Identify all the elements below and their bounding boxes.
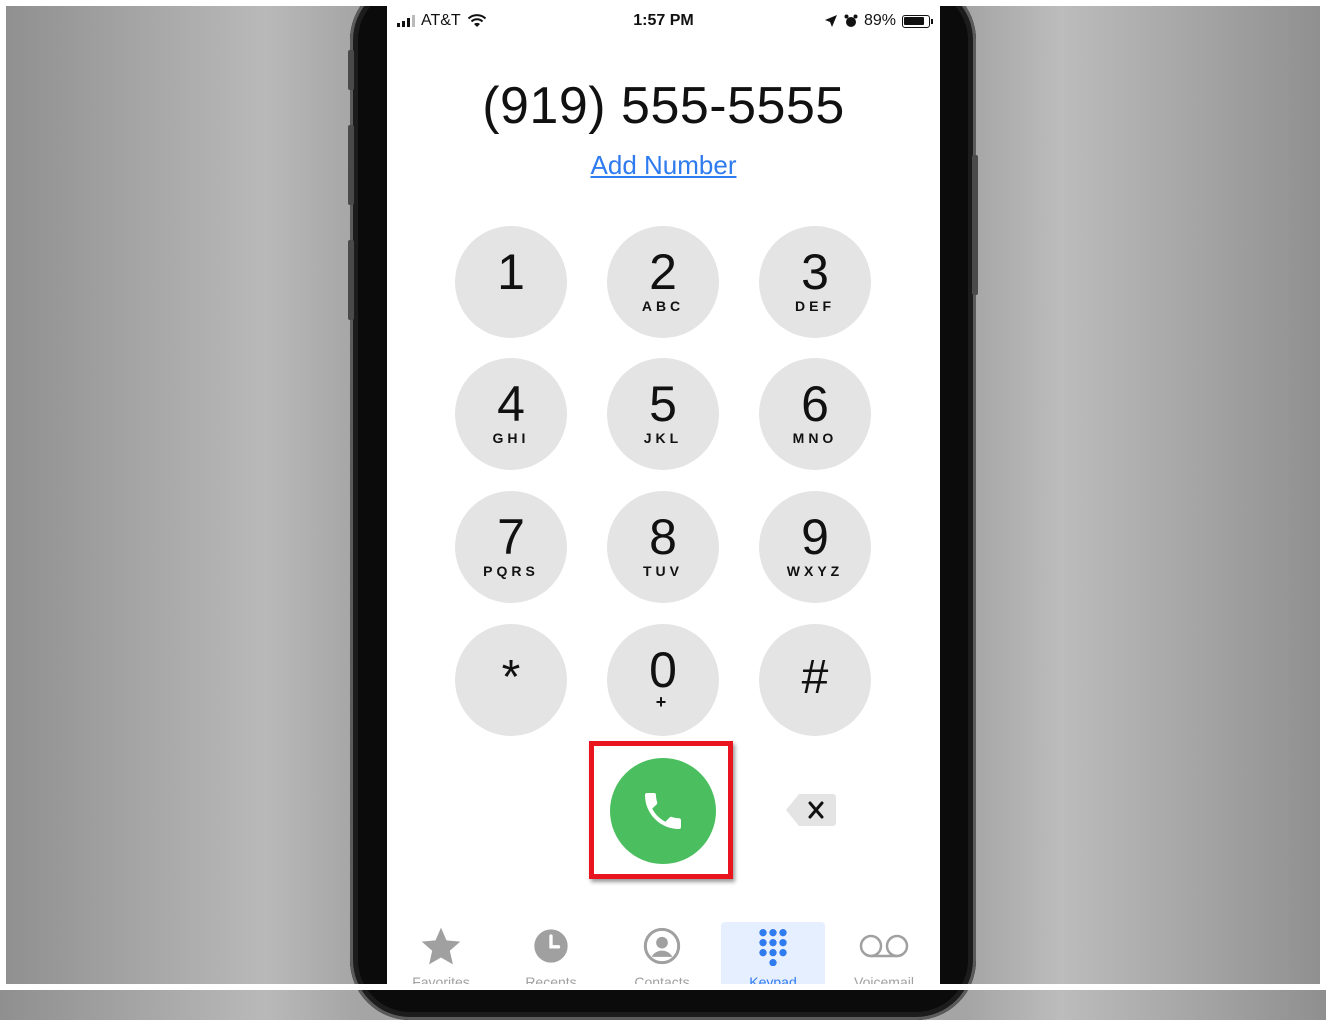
key-7[interactable]: 7 PQRS <box>455 491 567 603</box>
key-1[interactable]: 1 <box>455 226 567 338</box>
key-letters: ABC <box>641 298 685 314</box>
key-3[interactable]: 3 DEF <box>759 226 871 338</box>
key-letters: TUV <box>643 563 683 579</box>
key-digit: 1 <box>497 244 525 300</box>
key-digit: * <box>501 651 521 704</box>
keypad-icon <box>721 924 825 968</box>
tab-label: Keypad <box>749 974 797 990</box>
tab-label: Voicemail <box>854 974 914 990</box>
key-letters: MNO <box>792 430 838 446</box>
volume-up-button <box>348 125 354 205</box>
tab-label: Contacts <box>634 974 690 990</box>
backspace-icon <box>786 794 836 826</box>
location-icon <box>824 15 837 27</box>
dialed-number: (919) 555-5555 <box>482 77 845 135</box>
key-letters: JKL <box>643 430 683 446</box>
voicemail-icon <box>832 924 936 968</box>
key-5[interactable]: 5 JKL <box>607 358 719 470</box>
key-2[interactable]: 2 ABC <box>607 226 719 338</box>
tab-label: Favorites <box>412 974 470 990</box>
alarm-icon <box>844 14 858 27</box>
status-right: 89% <box>824 12 933 30</box>
key-digit: 5 <box>649 376 677 432</box>
key-letters: DEF <box>795 298 835 314</box>
key-digit: 8 <box>649 509 677 565</box>
key-hash[interactable]: # <box>759 624 871 736</box>
tab-label: Recents <box>525 974 577 990</box>
key-letters: GHI <box>492 430 530 446</box>
tab-bar: Favorites Recents Contacts Keypad Voicem… <box>387 916 940 990</box>
clock-icon <box>499 924 603 968</box>
status-bar: AT&T 1:57 PM 89% <box>387 6 940 38</box>
key-digit: 3 <box>801 244 829 300</box>
key-digit: # <box>801 651 829 704</box>
power-button <box>972 155 978 295</box>
key-letters: WXYZ <box>786 563 844 579</box>
key-digit: 2 <box>649 244 677 300</box>
key-4[interactable]: 4 GHI <box>455 358 567 470</box>
call-button-highlight <box>589 741 733 879</box>
tab-voicemail[interactable]: Voicemail <box>832 922 936 990</box>
battery-fill <box>904 16 924 25</box>
key-letters: PQRS <box>483 563 539 579</box>
key-digit: 9 <box>801 509 829 565</box>
key-0[interactable]: 0 + <box>607 624 719 736</box>
key-digit: 0 <box>649 642 677 698</box>
tab-favorites[interactable]: Favorites <box>389 922 493 990</box>
volume-down-button <box>348 240 354 320</box>
key-digit: 6 <box>801 376 829 432</box>
key-digit: 7 <box>497 509 525 565</box>
tab-recents[interactable]: Recents <box>499 922 603 990</box>
tab-keypad[interactable]: Keypad <box>721 922 825 990</box>
key-star[interactable]: * <box>455 624 567 736</box>
battery-icon <box>902 14 933 28</box>
key-6[interactable]: 6 MNO <box>759 358 871 470</box>
tab-contacts[interactable]: Contacts <box>610 922 714 990</box>
battery-percent: 89% <box>863 12 896 29</box>
key-8[interactable]: 8 TUV <box>607 491 719 603</box>
key-letters: + <box>655 692 671 712</box>
add-number-link[interactable]: Add Number <box>387 150 940 181</box>
mute-switch <box>348 50 354 90</box>
star-icon <box>389 924 493 968</box>
key-digit: 4 <box>497 376 525 432</box>
person-icon <box>610 924 714 968</box>
delete-button[interactable] <box>785 792 837 828</box>
key-9[interactable]: 9 WXYZ <box>759 491 871 603</box>
